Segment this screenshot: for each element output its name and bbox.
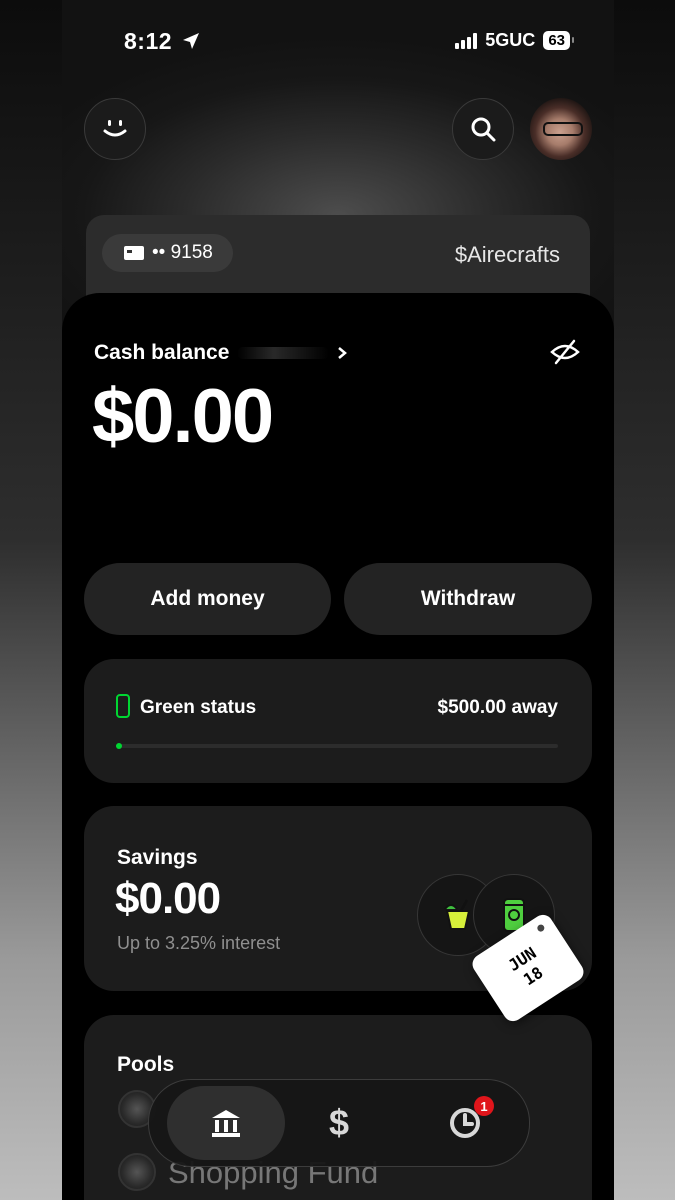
card-icon [124,246,144,260]
green-status-progress-fill [116,743,122,749]
pools-title: Pools [117,1053,175,1076]
tab-cash[interactable]: $ [302,1086,376,1160]
green-status-card[interactable]: Green status $500.00 away [84,659,592,783]
chevron-right-icon [338,347,348,359]
balance-amount: $0.00 [92,374,274,459]
activity-badge: 1 [474,1096,494,1116]
smiley-button[interactable] [84,98,146,160]
status-indicators: 5GUC 63 [455,30,574,51]
green-status-label: Green status [140,697,257,718]
status-time: 8:12 [124,28,201,55]
bank-icon [212,1110,240,1137]
cash-balance-header[interactable]: Cash balance [94,341,348,365]
cash-balance-label: Cash balance [94,341,230,364]
savings-title: Savings [117,846,198,869]
withdraw-button[interactable]: Withdraw [344,563,592,635]
green-status-away: $500.00 away [437,697,558,718]
network-label: 5GUC [485,30,536,50]
green-status-progress [116,743,558,749]
savings-interest: Up to 3.25% interest [117,933,281,953]
add-money-button[interactable]: Add money [84,563,331,635]
smiley-icon [103,120,127,137]
balance-sheet: Cash balance $0.00 Add money Withdraw Gr… [62,293,614,1200]
profile-avatar[interactable] [530,98,592,160]
savings-amount: $0.00 [115,874,221,923]
redacted-text [237,347,330,359]
tab-activity[interactable]: 1 [428,1086,502,1160]
dollar-icon: $ [328,1102,350,1143]
drink-icon [444,899,471,930]
search-button[interactable] [452,98,514,160]
search-icon [471,117,496,142]
cashtag: $Airecrafts [454,242,560,267]
card-last-digits: •• 9158 [152,242,213,263]
pool-avatar [118,1153,156,1191]
bottom-tab-bar: $ 1 [148,1079,530,1167]
hide-balance-icon[interactable] [550,338,580,366]
tab-banking[interactable] [167,1086,285,1160]
clock-time: 8:12 [124,28,173,54]
card-number-chip[interactable]: •• 9158 [102,234,233,272]
green-status-icon [116,694,130,718]
signal-icon [455,32,478,49]
battery-icon: 63 [543,31,574,50]
location-arrow-icon [182,33,199,49]
phone-screen: 8:12 5GUC 63 •• 9158 $Airecrafts Cash ba… [62,0,614,1200]
